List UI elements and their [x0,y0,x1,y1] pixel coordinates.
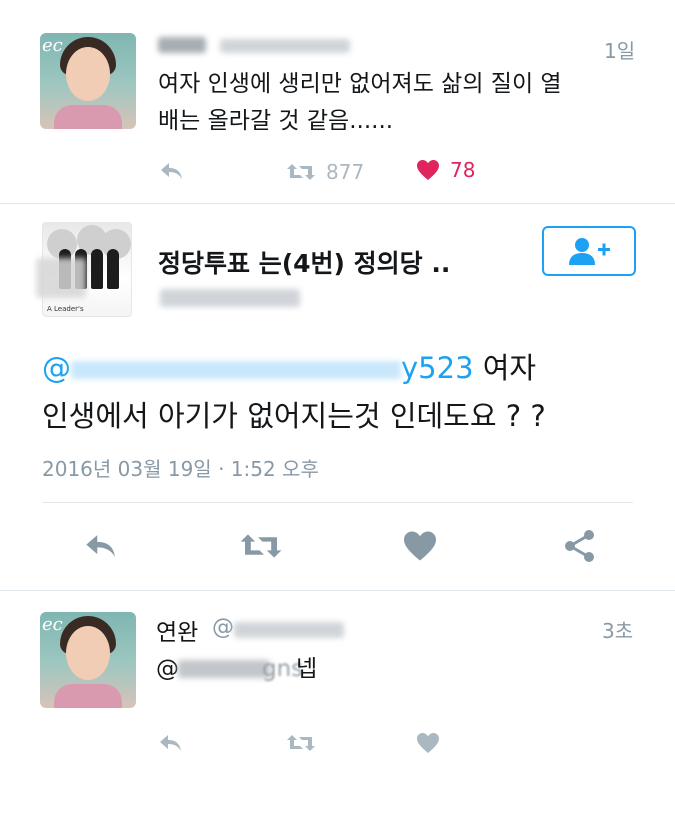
heart-icon [404,531,436,561]
tweet-time: 1일 [604,39,636,63]
avatar-background-text: ec [42,614,63,635]
avatar-caption: A Leader's [47,305,84,313]
blurred-avatar-overlay [36,258,86,298]
avatar-background-text: ec [42,35,63,56]
blurred-handle [234,622,344,638]
like-button[interactable]: 78 [416,158,475,182]
action-bar [0,530,675,590]
blurred-username [158,37,206,53]
user-avatar[interactable]: ec [40,33,136,129]
user-avatar[interactable]: ec [40,612,136,708]
tweet-text: 여자 [473,351,537,385]
retweet-icon [287,735,315,751]
tweet-time: 3초 [602,619,634,643]
like-count: 78 [450,158,476,182]
blurred-mention [178,660,270,678]
display-name[interactable]: 연완 [156,613,198,647]
retweet-button[interactable]: 877 [286,160,364,184]
divider [42,502,633,503]
blurred-mention [71,361,401,379]
avatar-shirt [54,684,122,708]
retweet-icon [287,164,315,180]
tweet-text-line-1: @ y523 여자 [42,345,536,391]
reply-icon [86,535,115,557]
avatar-person [91,249,103,289]
reply-button[interactable] [155,730,185,756]
avatar-shirt [54,105,122,129]
like-button[interactable] [414,730,442,756]
heart-icon [417,733,439,753]
retweet-button[interactable] [236,530,286,562]
retweet-count: 877 [326,160,365,184]
tweet-text-line-2: 배는 올라갈 것 같음...... [158,108,394,134]
tweet-text-line-2: 인생에서 아기가 없어지는것 인데도요 ? ? [42,399,546,433]
tweet-text-line-1: 여자 인생에 생리만 없어져도 삶의 질이 열 [158,71,562,97]
follow-button[interactable] [542,226,636,276]
divider [0,203,675,204]
avatar-face [66,47,110,101]
like-button[interactable] [400,530,440,562]
reply-button[interactable] [158,160,184,182]
retweet-button[interactable] [284,730,318,756]
reply-mention-prefix[interactable]: @ [156,651,179,687]
tweet-text: 넵 [296,656,318,682]
mention-at-sign[interactable]: @ [42,351,71,385]
heart-icon [417,160,439,180]
handle-prefix: @ [212,615,234,640]
retweet-icon [240,534,282,558]
add-user-icon [569,238,610,265]
tweet-timestamp: 2016년 03월 19일 · 1:52 오후 [42,457,319,481]
avatar-face [66,626,110,680]
divider [0,590,675,591]
mention-link[interactable]: y523 [401,351,474,385]
share-icon [565,530,594,562]
reply-icon [161,163,182,179]
reply-button[interactable] [78,530,122,562]
reply-icon [160,735,181,751]
blurred-handle [220,39,350,53]
tweet-1[interactable]: ec 1일 여자 인생에 생리만 없어져도 삶의 질이 열 배는 올라갈 것 같… [0,0,675,203]
blurred-handle [160,289,300,307]
avatar-person [107,249,119,289]
share-button[interactable] [560,530,600,562]
display-name[interactable]: 정당투표 는(4번) 정의당 .. [158,244,450,280]
